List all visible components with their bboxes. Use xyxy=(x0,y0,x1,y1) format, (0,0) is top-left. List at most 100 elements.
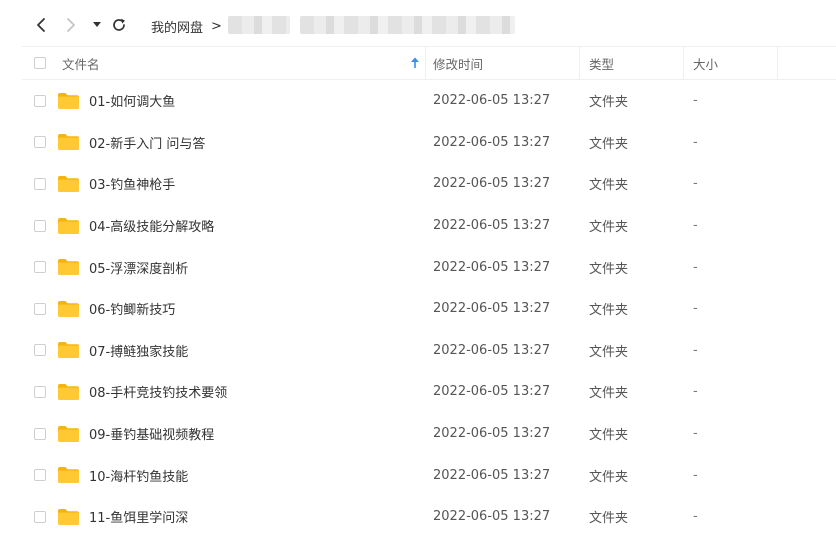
row-checkbox[interactable] xyxy=(34,302,46,315)
row-checkbox-cell xyxy=(34,288,54,330)
history-dropdown-button[interactable] xyxy=(90,13,104,37)
name-cell[interactable]: 04-高级技能分解攻略 xyxy=(58,205,214,247)
folder-icon xyxy=(58,425,79,442)
row-checkbox[interactable] xyxy=(34,385,46,398)
name-cell[interactable]: 05-浮漂深度剖析 xyxy=(58,246,188,288)
file-type: 文件夹 xyxy=(589,344,629,360)
file-name[interactable]: 04-高级技能分解攻略 xyxy=(89,216,214,235)
row-checkbox-cell xyxy=(34,413,54,455)
breadcrumb-redacted-segment[interactable] xyxy=(228,16,290,34)
modified-time: 2022-06-05 13:27 xyxy=(433,218,551,234)
file-type: 文件夹 xyxy=(589,428,629,444)
row-checkbox[interactable] xyxy=(34,136,46,149)
file-name[interactable]: 02-新手入门 问与答 xyxy=(89,133,205,152)
name-cell[interactable]: 09-垂钓基础视频教程 xyxy=(58,413,214,455)
modified-time: 2022-06-05 13:27 xyxy=(433,93,551,109)
name-cell[interactable]: 03-钓鱼神枪手 xyxy=(58,163,175,205)
caret-down-icon xyxy=(93,22,101,27)
file-name[interactable]: 07-搏鲢独家技能 xyxy=(89,341,188,360)
column-divider[interactable] xyxy=(579,47,580,79)
row-checkbox[interactable] xyxy=(34,94,46,107)
name-cell[interactable]: 11-鱼饵里学问深 xyxy=(58,496,188,538)
table-row[interactable]: 08-手杆竞技钓技术要领 2022-06-05 13:27 文件夹 - xyxy=(22,371,836,413)
table-row[interactable]: 09-垂钓基础视频教程 2022-06-05 13:27 文件夹 - xyxy=(22,413,836,455)
file-list: 01-如何调大鱼 2022-06-05 13:27 文件夹 - 02-新手入门 … xyxy=(22,80,836,538)
file-size: - xyxy=(693,509,698,525)
modified-time: 2022-06-05 13:27 xyxy=(433,342,551,358)
forward-button[interactable] xyxy=(60,13,82,37)
breadcrumb-redacted-path[interactable] xyxy=(300,16,515,34)
file-name[interactable]: 08-手杆竞技钓技术要领 xyxy=(89,382,227,401)
header-size[interactable]: 大小 xyxy=(693,47,718,79)
navigation-bar: 我的网盘 > xyxy=(0,0,836,50)
name-cell[interactable]: 10-海杆钓鱼技能 xyxy=(58,454,188,496)
row-checkbox-cell xyxy=(34,454,54,496)
header-checkbox-cell xyxy=(34,47,54,79)
file-name[interactable]: 01-如何调大鱼 xyxy=(89,91,175,110)
table-row[interactable]: 07-搏鲢独家技能 2022-06-05 13:27 文件夹 - xyxy=(22,330,836,372)
chevron-left-icon xyxy=(37,18,45,32)
row-checkbox-cell xyxy=(34,496,54,538)
name-cell[interactable]: 08-手杆竞技钓技术要领 xyxy=(58,371,227,413)
row-checkbox-cell xyxy=(34,246,54,288)
row-checkbox[interactable] xyxy=(34,177,46,190)
arrow-up-icon xyxy=(411,57,419,68)
column-divider[interactable] xyxy=(425,47,426,79)
column-divider[interactable] xyxy=(777,47,778,79)
table-row[interactable]: 06-钓鲫新技巧 2022-06-05 13:27 文件夹 - xyxy=(22,288,836,330)
row-checkbox[interactable] xyxy=(34,427,46,440)
refresh-button[interactable] xyxy=(108,13,130,37)
table-row[interactable]: 03-钓鱼神枪手 2022-06-05 13:27 文件夹 - xyxy=(22,163,836,205)
name-cell[interactable]: 06-钓鲫新技巧 xyxy=(58,288,175,330)
file-name[interactable]: 05-浮漂深度剖析 xyxy=(89,258,188,277)
file-size: - xyxy=(693,218,698,234)
table-row[interactable]: 10-海杆钓鱼技能 2022-06-05 13:27 文件夹 - xyxy=(22,454,836,496)
file-name[interactable]: 10-海杆钓鱼技能 xyxy=(89,466,188,485)
row-checkbox-cell xyxy=(34,330,54,372)
table-row[interactable]: 05-浮漂深度剖析 2022-06-05 13:27 文件夹 - xyxy=(22,246,836,288)
row-checkbox-cell xyxy=(34,122,54,164)
modified-time: 2022-06-05 13:27 xyxy=(433,509,551,525)
table-row[interactable]: 11-鱼饵里学问深 2022-06-05 13:27 文件夹 - xyxy=(22,496,836,538)
table-header: 文件名 修改时间 类型 大小 xyxy=(22,46,836,80)
folder-icon xyxy=(58,259,79,276)
row-checkbox-cell xyxy=(34,80,54,122)
name-cell[interactable]: 07-搏鲢独家技能 xyxy=(58,330,188,372)
file-name[interactable]: 06-钓鲫新技巧 xyxy=(89,299,175,318)
select-all-checkbox[interactable] xyxy=(34,57,46,69)
breadcrumb-root[interactable]: 我的网盘 xyxy=(151,17,203,36)
name-cell[interactable]: 02-新手入门 问与答 xyxy=(58,122,205,164)
sort-button[interactable] xyxy=(408,47,422,79)
column-divider[interactable] xyxy=(683,47,684,79)
name-cell[interactable]: 01-如何调大鱼 xyxy=(58,80,175,122)
file-name[interactable]: 09-垂钓基础视频教程 xyxy=(89,424,214,443)
row-checkbox[interactable] xyxy=(34,510,46,523)
modified-time: 2022-06-05 13:27 xyxy=(433,134,551,150)
folder-icon xyxy=(58,467,79,484)
file-type: 文件夹 xyxy=(589,95,629,111)
file-size: - xyxy=(693,342,698,358)
file-type: 文件夹 xyxy=(589,178,629,194)
table-row[interactable]: 04-高级技能分解攻略 2022-06-05 13:27 文件夹 - xyxy=(22,205,836,247)
table-row[interactable]: 01-如何调大鱼 2022-06-05 13:27 文件夹 - xyxy=(22,80,836,122)
header-name[interactable]: 文件名 xyxy=(62,47,100,79)
header-modified[interactable]: 修改时间 xyxy=(433,47,483,79)
file-type: 文件夹 xyxy=(589,511,629,527)
row-checkbox[interactable] xyxy=(34,261,46,274)
file-type: 文件夹 xyxy=(589,261,629,277)
header-type[interactable]: 类型 xyxy=(589,47,614,79)
file-size: - xyxy=(693,134,698,150)
row-checkbox-cell xyxy=(34,163,54,205)
modified-time: 2022-06-05 13:27 xyxy=(433,259,551,275)
row-checkbox[interactable] xyxy=(34,219,46,232)
file-name[interactable]: 03-钓鱼神枪手 xyxy=(89,174,175,193)
file-type: 文件夹 xyxy=(589,386,629,402)
modified-time: 2022-06-05 13:27 xyxy=(433,384,551,400)
row-checkbox[interactable] xyxy=(34,469,46,482)
table-row[interactable]: 02-新手入门 问与答 2022-06-05 13:27 文件夹 - xyxy=(22,122,836,164)
folder-icon xyxy=(58,383,79,400)
file-size: - xyxy=(693,93,698,109)
row-checkbox[interactable] xyxy=(34,344,46,357)
file-name[interactable]: 11-鱼饵里学问深 xyxy=(89,507,188,526)
back-button[interactable] xyxy=(30,13,52,37)
